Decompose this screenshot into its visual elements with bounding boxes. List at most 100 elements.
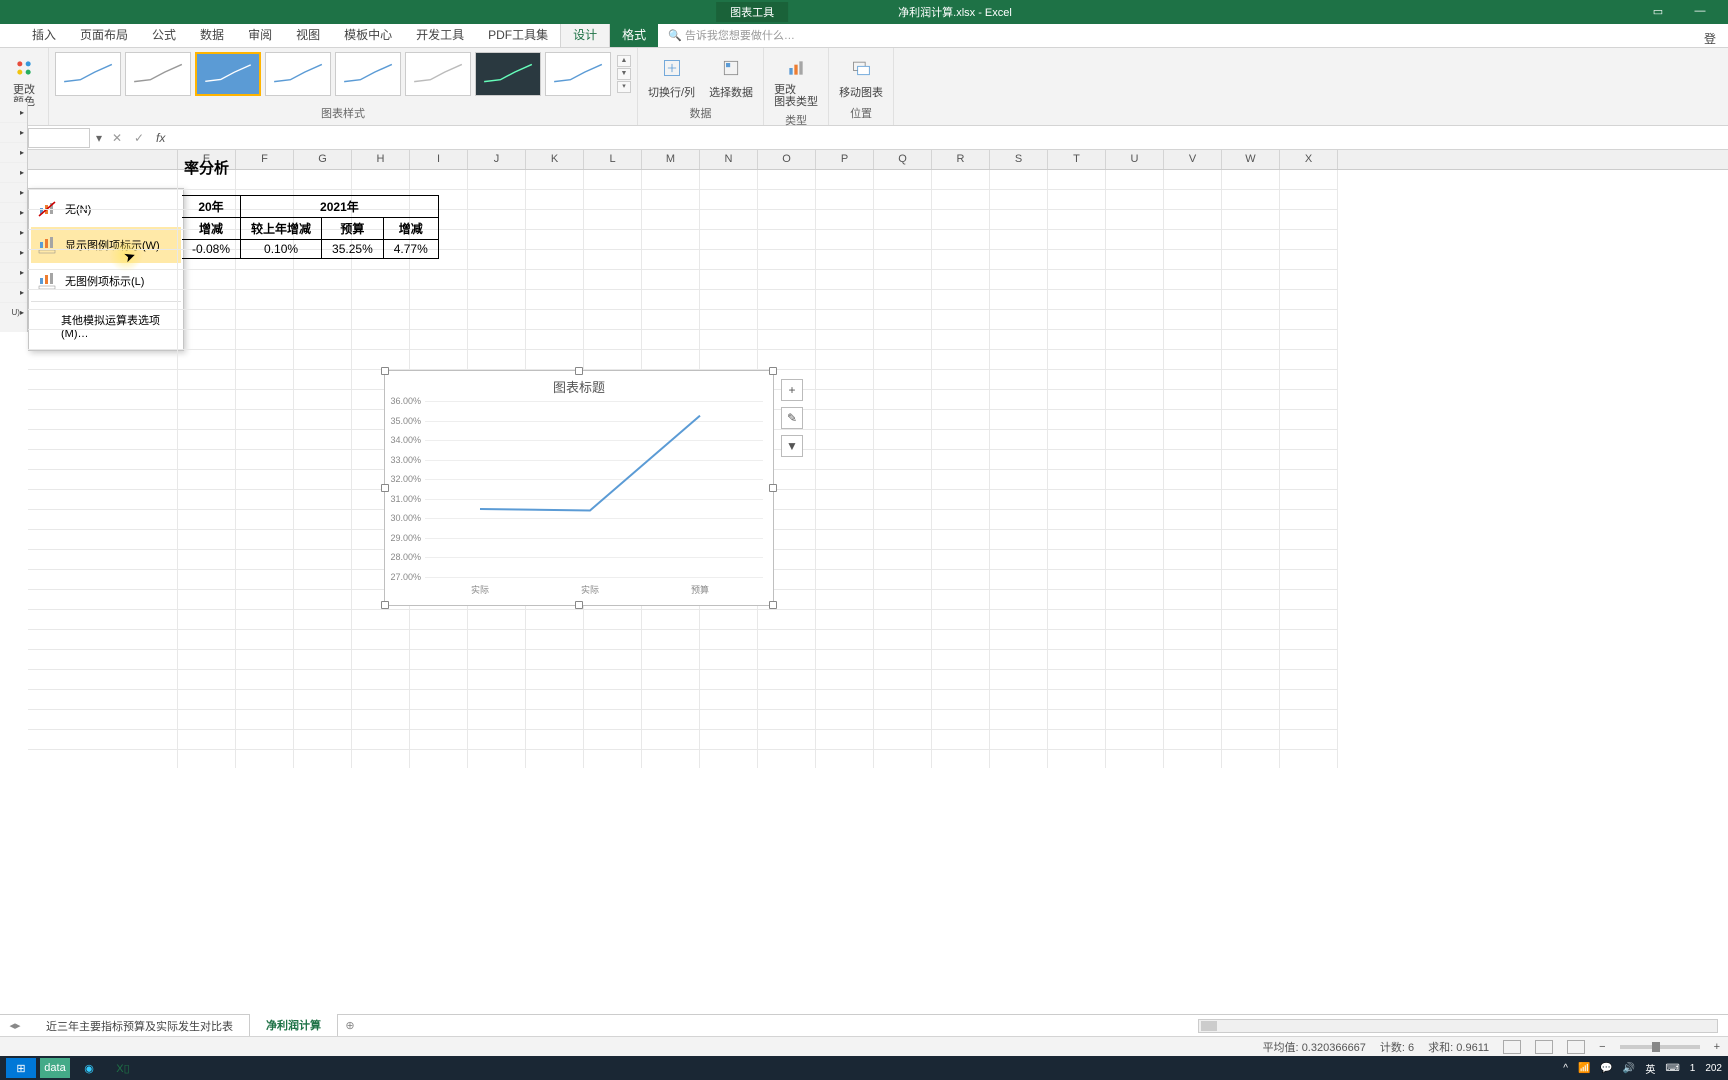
column-header[interactable]: L <box>584 150 642 169</box>
flyout-item[interactable]: ▸ <box>0 282 27 302</box>
chart-styles-button[interactable]: ✎ <box>781 407 803 429</box>
tab-format[interactable]: 格式 <box>610 22 658 47</box>
ime-indicator[interactable]: 英 <box>1645 1061 1655 1076</box>
column-header[interactable]: R <box>932 150 990 169</box>
chart-style-3[interactable] <box>195 52 261 96</box>
column-header[interactable] <box>28 150 178 169</box>
formula-input[interactable] <box>171 128 1728 148</box>
flyout-item[interactable]: ▸ <box>0 162 27 182</box>
cancel-icon[interactable]: ✕ <box>106 131 128 145</box>
view-normal-icon[interactable] <box>1503 1040 1521 1054</box>
data-cell[interactable]: 35.25% <box>322 240 384 259</box>
resize-handle[interactable] <box>381 601 389 609</box>
tray-wechat-icon[interactable]: 💬 <box>1600 1063 1612 1074</box>
tray-volume-icon[interactable]: 🔊 <box>1623 1063 1635 1074</box>
login-button[interactable]: 登 <box>1704 30 1728 47</box>
embedded-chart[interactable]: 图表标题 36.00%35.00%34.00%33.00%32.00%31.00… <box>384 370 774 606</box>
resize-handle[interactable] <box>575 601 583 609</box>
styles-scroll[interactable]: ▲▼▾ <box>617 52 631 96</box>
chart-style-2[interactable] <box>125 52 191 96</box>
chart-filters-button[interactable]: ▼ <box>781 435 803 457</box>
resize-handle[interactable] <box>381 484 389 492</box>
enter-icon[interactable]: ✓ <box>128 131 150 145</box>
resize-handle[interactable] <box>769 484 777 492</box>
chart-style-7[interactable] <box>475 52 541 96</box>
column-header[interactable]: Q <box>874 150 932 169</box>
flyout-item[interactable]: ▸ <box>0 102 27 122</box>
resize-handle[interactable] <box>769 601 777 609</box>
taskbar-app[interactable]: data <box>40 1058 70 1078</box>
plot-area[interactable]: 36.00%35.00%34.00%33.00%32.00%31.00%30.0… <box>425 401 763 575</box>
chart-style-1[interactable] <box>55 52 121 96</box>
start-button[interactable]: ⊞ <box>6 1058 36 1078</box>
tab-formulas[interactable]: 公式 <box>140 22 188 47</box>
column-header[interactable]: M <box>642 150 700 169</box>
column-header[interactable]: O <box>758 150 816 169</box>
view-pagebreak-icon[interactable] <box>1567 1040 1585 1054</box>
tab-template[interactable]: 模板中心 <box>332 22 404 47</box>
name-box-dropdown[interactable]: ▾ <box>92 131 106 145</box>
worksheet-grid[interactable]: EFGHIJKLMNOPQRSTUVWX 率分析 20年 2021年 增减 较上… <box>28 150 1728 768</box>
chart-style-8[interactable] <box>545 52 611 96</box>
chart-elements-button[interactable]: + <box>781 379 803 401</box>
resize-handle[interactable] <box>381 367 389 375</box>
zoom-in-icon[interactable]: + <box>1714 1041 1720 1053</box>
tab-developer[interactable]: 开发工具 <box>404 22 476 47</box>
tab-page-layout[interactable]: 页面布局 <box>68 22 140 47</box>
tab-design[interactable]: 设计 <box>560 21 610 47</box>
tab-data[interactable]: 数据 <box>188 22 236 47</box>
column-header[interactable]: U <box>1106 150 1164 169</box>
column-header[interactable]: S <box>990 150 1048 169</box>
tray-chevron-icon[interactable]: ^ <box>1563 1063 1568 1074</box>
column-header[interactable]: T <box>1048 150 1106 169</box>
flyout-item[interactable]: ▸ <box>0 222 27 242</box>
flyout-item[interactable]: ▸ <box>0 202 27 222</box>
sheet-nav-prev[interactable]: ◂▸ <box>0 1019 30 1032</box>
clock-time[interactable]: 1 <box>1690 1063 1696 1074</box>
data-cell[interactable]: 4.77% <box>383 240 438 259</box>
column-header[interactable]: K <box>526 150 584 169</box>
taskbar-excel[interactable]: X▯ <box>108 1058 138 1078</box>
flyout-item[interactable]: U) ▸ <box>0 302 27 322</box>
tray-wifi-icon[interactable]: 📶 <box>1578 1063 1590 1074</box>
flyout-item[interactable]: ▸ <box>0 142 27 162</box>
zoom-slider[interactable] <box>1620 1045 1700 1049</box>
data-series-line[interactable] <box>480 416 700 511</box>
resize-handle[interactable] <box>575 367 583 375</box>
zoom-out-icon[interactable]: − <box>1599 1041 1605 1053</box>
data-cell[interactable]: -0.08% <box>182 240 241 259</box>
chart-style-6[interactable] <box>405 52 471 96</box>
add-sheet-button[interactable]: ⊕ <box>338 1019 362 1032</box>
flyout-item[interactable]: ▸ <box>0 242 27 262</box>
chart-styles-gallery[interactable]: ▲▼▾ <box>55 52 631 96</box>
column-header[interactable]: N <box>700 150 758 169</box>
move-chart-button[interactable]: 移动图表 <box>835 52 887 102</box>
horizontal-scrollbar[interactable] <box>1198 1019 1718 1033</box>
column-header[interactable]: X <box>1280 150 1338 169</box>
chart-title[interactable]: 图表标题 <box>385 371 773 402</box>
flyout-item[interactable]: ▸ <box>0 262 27 282</box>
name-box[interactable] <box>28 128 90 148</box>
analysis-table[interactable]: 20年 2021年 增减 较上年增减 预算 增减 -0.08% 0.10% 35… <box>182 195 439 259</box>
add-element-flyout[interactable]: ▸ ▸ ▸ ▸ ▸ ▸ ▸ ▸ ▸ ▸ U) ▸ <box>0 102 28 332</box>
fx-icon[interactable]: fx <box>150 131 171 145</box>
minimize-icon[interactable]: ― <box>1692 5 1708 19</box>
change-chart-type-button[interactable]: 更改 图表类型 <box>770 52 822 110</box>
column-header[interactable]: P <box>816 150 874 169</box>
tray-keyboard-icon[interactable]: ⌨ <box>1665 1063 1679 1074</box>
sheet-tab-2[interactable]: 净利润计算 <box>250 1014 338 1038</box>
column-header[interactable]: V <box>1164 150 1222 169</box>
tab-review[interactable]: 审阅 <box>236 22 284 47</box>
column-header[interactable]: W <box>1222 150 1280 169</box>
taskbar-edge[interactable]: ◉ <box>74 1058 104 1078</box>
select-data-button[interactable]: 选择数据 <box>705 52 757 102</box>
flyout-item[interactable]: ▸ <box>0 122 27 142</box>
chart-style-5[interactable] <box>335 52 401 96</box>
tab-pdf[interactable]: PDF工具集 <box>476 22 560 47</box>
column-header[interactable]: J <box>468 150 526 169</box>
data-cell[interactable]: 0.10% <box>241 240 322 259</box>
chart-style-4[interactable] <box>265 52 331 96</box>
flyout-item[interactable]: ▸ <box>0 182 27 202</box>
ribbon-display-icon[interactable]: ▭ <box>1650 5 1666 19</box>
tab-insert[interactable]: 插入 <box>20 22 68 47</box>
